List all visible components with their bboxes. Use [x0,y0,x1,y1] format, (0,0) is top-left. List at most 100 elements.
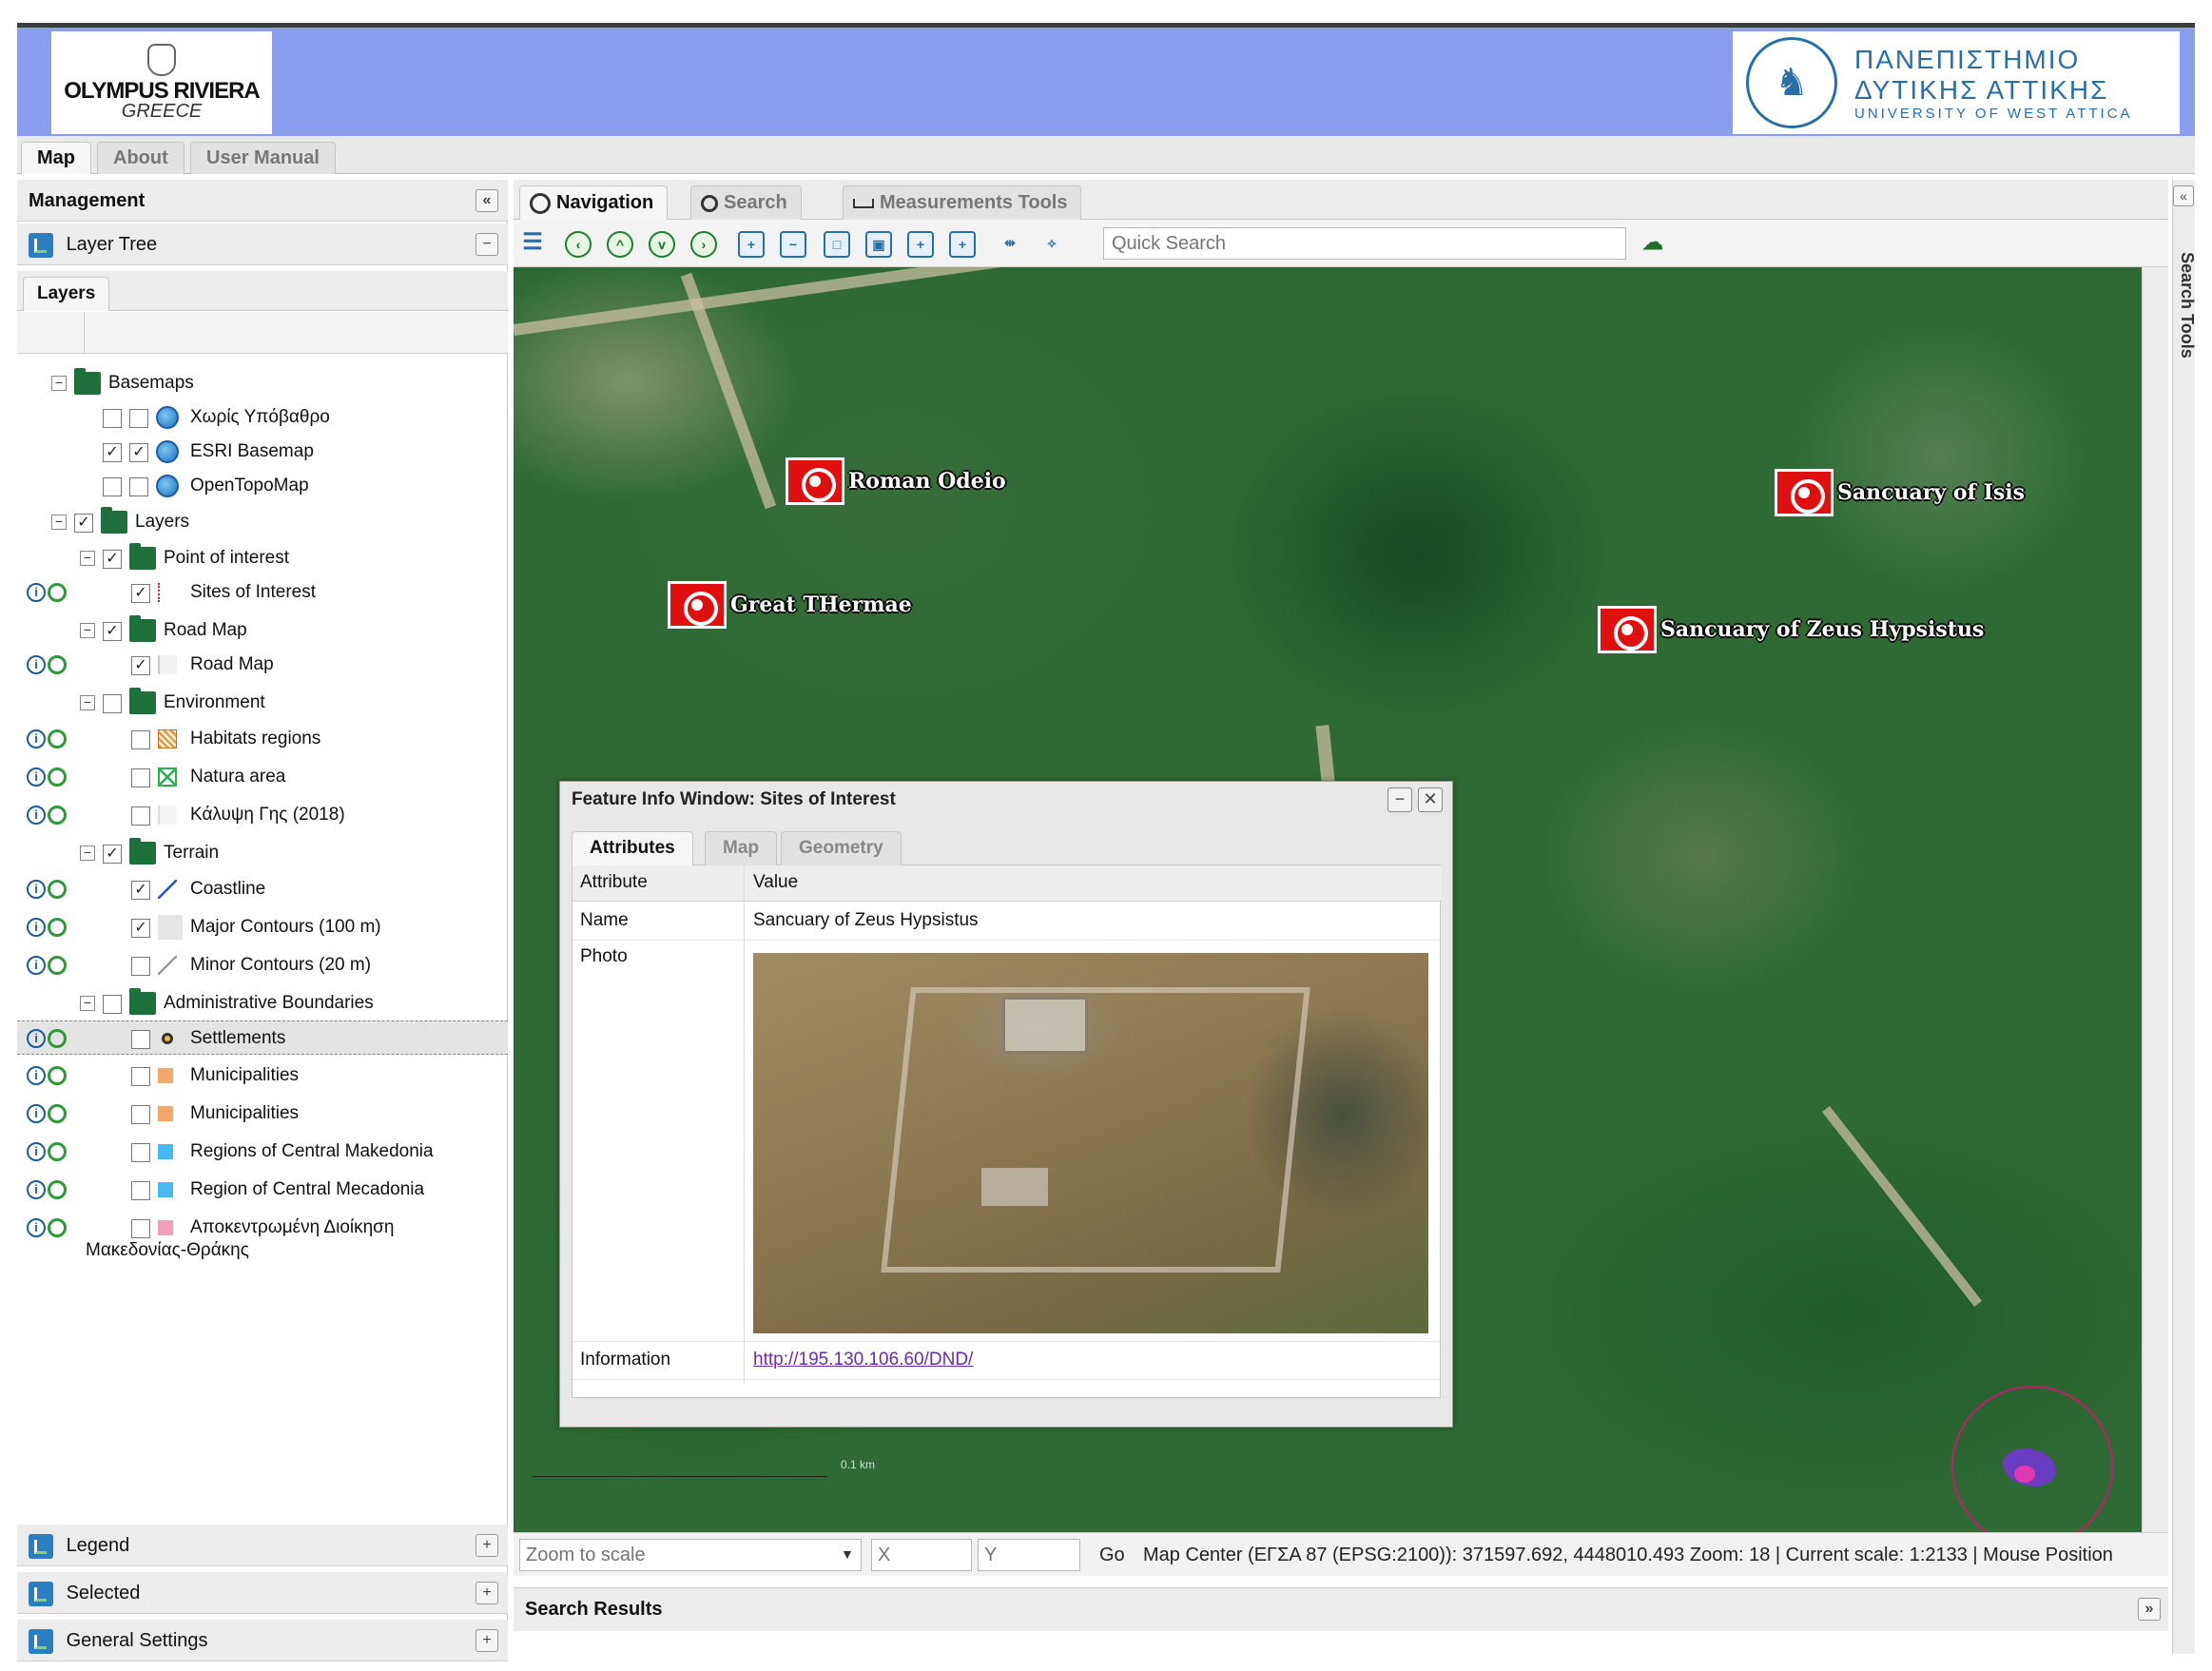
pan-left-icon[interactable]: ‹ [565,231,592,258]
search-tools-sidebar[interactable]: « [2172,180,2195,1654]
layer-checkbox[interactable] [103,409,122,428]
layer-checkbox[interactable] [131,1030,150,1049]
collapse-icon[interactable]: − [51,376,67,391]
collapse-icon[interactable]: − [80,623,95,638]
layer-checkbox[interactable]: ✓ [131,656,150,675]
collapse-icon[interactable]: − [80,845,95,861]
tree-layer[interactable]: i Habitats regions [17,722,508,756]
zoom-to-layer-icon[interactable] [48,880,67,899]
search-results-panel[interactable]: Search Results » [514,1587,2168,1631]
minimize-button[interactable]: − [1387,787,1412,812]
tree-layer[interactable]: i Settlements [17,1020,508,1055]
layer-checkbox[interactable] [131,1105,150,1124]
tree-layer[interactable]: i Natura area [17,760,508,794]
info-icon[interactable]: i [27,880,46,899]
tree-layer[interactable]: i Municipalities [17,1059,508,1093]
right-splitter[interactable] [2142,267,2168,1532]
expand-search-tools-button[interactable]: « [2173,185,2194,206]
zoom-to-layer-icon[interactable] [48,1104,67,1123]
tree-folder[interactable]: − Environment [17,686,508,720]
info-icon[interactable]: i [27,655,46,674]
upload-cloud-icon[interactable]: ☁ [1640,231,1666,258]
quick-search-input[interactable] [1103,227,1626,260]
tree-folder[interactable]: − ✓ Terrain [17,836,508,870]
tab-measurements[interactable]: Measurements Tools [843,185,1082,220]
zoom-out-icon[interactable]: − [780,231,806,258]
layer-checkbox[interactable]: ✓ [131,881,150,900]
poi-roman-odeio[interactable]: Roman Odeio [786,457,1006,505]
tree-layer[interactable]: Χωρίς Υπόβαθρο [17,400,508,435]
zoom-to-layer-icon[interactable] [48,655,67,674]
layer-checkbox[interactable]: ✓ [103,622,122,641]
zoom-to-layer-icon[interactable] [48,956,67,975]
zoom-to-layer-icon[interactable] [48,1218,67,1237]
expand-legend-button[interactable]: + [475,1534,498,1557]
zoom-to-layer-icon[interactable] [48,729,67,748]
tree-layer[interactable]: i ✓ Road Map [17,648,508,682]
layer-checkbox[interactable] [131,1067,150,1086]
collapse-icon[interactable]: − [51,515,67,530]
layer-checkbox[interactable] [131,806,150,826]
tree-layer[interactable]: i Κάλυψη Γης (2018) [17,798,508,832]
layer-checkbox[interactable]: ✓ [103,550,122,569]
info-icon[interactable]: i [27,918,46,937]
layer-checkbox[interactable] [103,694,122,713]
selected-panel-header[interactable]: Selected + [17,1572,508,1614]
split-icon[interactable]: ⇹ [997,231,1023,258]
zoom-to-layer-icon[interactable] [48,1180,67,1199]
pan-down-icon[interactable]: v [649,231,675,258]
overview-map[interactable] [1951,1386,2113,1532]
layer-checkbox[interactable] [103,995,122,1014]
tab-user-manual[interactable]: User Manual [190,142,336,174]
collapse-left-button[interactable]: « [475,189,498,212]
info-icon[interactable]: i [27,1066,46,1085]
tree-layer[interactable]: i ✓ Major Contours (100 m) [17,910,508,944]
y-coordinate-input[interactable] [978,1539,1080,1571]
info-icon[interactable]: i [27,729,46,748]
tree-layer[interactable]: i Region of Central Mecadonia [17,1173,508,1207]
expand-settings-button[interactable]: + [475,1629,498,1652]
info-icon[interactable]: i [27,956,46,975]
information-link[interactable]: http://195.130.106.60/DND/ [753,1350,973,1370]
tree-layer[interactable]: OpenTopoMap [17,469,508,503]
layer-checkbox[interactable]: ✓ [131,584,150,603]
tab-about[interactable]: About [97,142,184,174]
basemap-checkbox[interactable] [129,477,148,496]
tree-layer[interactable]: i ✓ Sites of Interest [17,575,508,610]
expand-search-results-button[interactable]: » [2138,1598,2161,1621]
layer-checkbox[interactable] [131,1143,150,1162]
poi-sanctuary-zeus[interactable]: Sancuary of Zeus Hypsistus [1598,606,1984,653]
legend-panel-header[interactable]: Legend + [17,1525,508,1566]
tree-layer[interactable]: i Minor Contours (20 m) [17,948,508,982]
basemap-checkbox[interactable] [129,409,148,428]
zoom-next-icon[interactable]: + [949,231,976,258]
tab-navigation[interactable]: Navigation [519,185,669,220]
zoom-box-icon[interactable]: □ [824,231,850,258]
layer-checkbox[interactable]: ✓ [131,919,150,938]
layer-checkbox[interactable] [131,1181,150,1200]
collapse-icon[interactable]: − [80,996,95,1011]
close-button[interactable]: ✕ [1418,787,1443,812]
pan-up-icon[interactable]: ^ [607,231,633,258]
collapse-icon[interactable]: − [80,551,95,566]
layer-checkbox[interactable]: ✓ [103,443,122,462]
info-icon[interactable]: i [27,1142,46,1161]
go-button[interactable]: Go [1099,1545,1125,1566]
layer-checkbox[interactable] [131,957,150,976]
info-icon[interactable]: i [27,1029,46,1048]
zoom-to-layer-icon[interactable] [48,918,67,937]
layer-checkbox[interactable]: ✓ [74,514,93,533]
pan-right-icon[interactable]: › [690,231,717,258]
tree-layer[interactable]: i ✓ Coastline [17,872,508,906]
chevron-down-icon[interactable]: ▼ [841,1546,854,1562]
info-icon[interactable]: i [27,1180,46,1199]
tree-layer[interactable]: ✓ ✓ ESRI Basemap [17,435,508,469]
tree-layer[interactable]: i Αποκεντρωμένη Διοίκηση Μακεδονίας-Θράκης [17,1211,508,1260]
tree-folder[interactable]: − Basemaps [17,366,508,400]
locate-icon[interactable]: ⟡ [1038,231,1065,258]
poi-great-thermae[interactable]: Great THermae [668,581,912,629]
general-settings-panel-header[interactable]: General Settings + [17,1620,508,1661]
map-canvas[interactable]: Roman Odeio Sancuary of Isis Great THerm… [514,267,2142,1532]
tab-feature-map[interactable]: Map [705,831,777,865]
expand-selected-button[interactable]: + [475,1582,498,1604]
